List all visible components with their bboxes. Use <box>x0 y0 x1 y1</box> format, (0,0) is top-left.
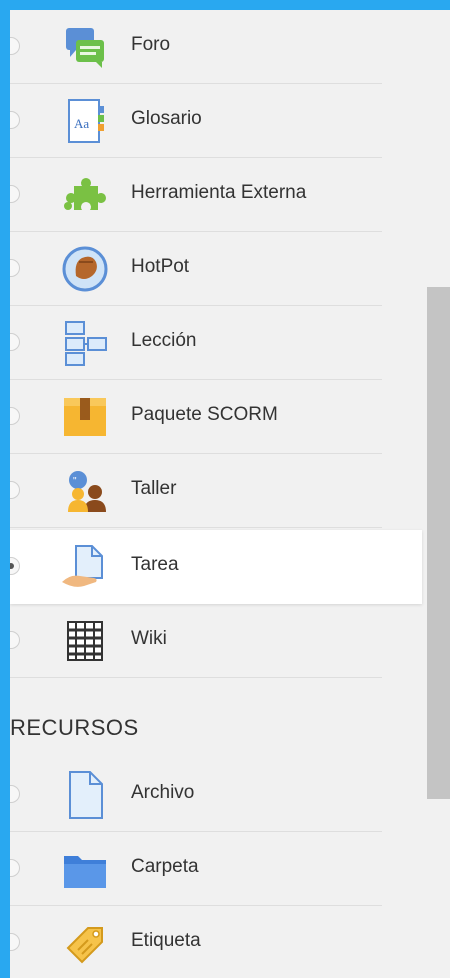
option-herramienta-externa[interactable]: Herramienta Externa <box>10 158 382 232</box>
label-tag-icon <box>60 918 110 968</box>
option-paquete-scorm[interactable]: Paquete SCORM <box>10 380 382 454</box>
workshop-icon: " <box>60 466 110 516</box>
option-label: Archivo <box>131 782 195 803</box>
option-hotpot[interactable]: HotPot <box>10 232 382 306</box>
assignment-icon <box>60 542 110 592</box>
option-carpeta[interactable]: Carpeta <box>10 832 382 906</box>
scrollbar-thumb[interactable] <box>427 287 450 799</box>
section-heading-recursos: RECURSOS <box>10 715 139 740</box>
radio-paquete-scorm[interactable] <box>10 407 20 425</box>
option-label: Etiqueta <box>131 930 201 951</box>
radio-carpeta[interactable] <box>10 859 20 877</box>
option-label: HotPot <box>131 256 190 277</box>
wiki-icon <box>60 616 110 666</box>
glossary-icon: Aa <box>60 96 110 146</box>
option-label: Herramienta Externa <box>131 182 307 203</box>
radio-leccion[interactable] <box>10 333 20 351</box>
option-label: Paquete SCORM <box>131 404 278 425</box>
option-label: Tarea <box>131 554 179 575</box>
option-label: Lección <box>131 330 197 351</box>
option-label: Carpeta <box>131 856 199 877</box>
radio-hotpot[interactable] <box>10 259 20 277</box>
puzzle-piece-icon <box>60 170 110 220</box>
svg-text:Aa: Aa <box>74 116 89 131</box>
option-label: Wiki <box>131 628 167 649</box>
radio-tarea[interactable] <box>10 557 20 575</box>
option-leccion[interactable]: Lección <box>10 306 382 380</box>
radio-wiki[interactable] <box>10 631 20 649</box>
option-label: Foro <box>131 34 171 55</box>
option-archivo[interactable]: Archivo <box>10 758 382 832</box>
folder-icon <box>60 844 110 894</box>
lesson-icon <box>60 318 110 368</box>
option-taller[interactable]: " Taller <box>10 454 382 528</box>
forum-icon <box>60 22 110 72</box>
hotpot-icon <box>60 244 110 294</box>
radio-herramienta-externa[interactable] <box>10 185 20 203</box>
option-etiqueta[interactable]: Etiqueta <box>10 906 382 978</box>
option-label: Taller <box>131 478 177 499</box>
radio-glosario[interactable] <box>10 111 20 129</box>
file-icon <box>60 770 110 820</box>
radio-archivo[interactable] <box>10 785 20 803</box>
radio-etiqueta[interactable] <box>10 933 20 951</box>
option-foro[interactable]: Foro <box>10 10 382 84</box>
activity-chooser-panel: Foro Aa Glosario Herramienta Externa Hot… <box>10 10 450 978</box>
option-tarea[interactable]: Tarea <box>10 530 422 604</box>
option-glosario[interactable]: Aa Glosario <box>10 84 382 158</box>
radio-taller[interactable] <box>10 481 20 499</box>
svg-text:": " <box>73 476 77 487</box>
option-label: Glosario <box>131 108 202 129</box>
option-wiki[interactable]: Wiki <box>10 604 382 678</box>
scorm-package-icon <box>60 392 110 442</box>
radio-foro[interactable] <box>10 37 20 55</box>
